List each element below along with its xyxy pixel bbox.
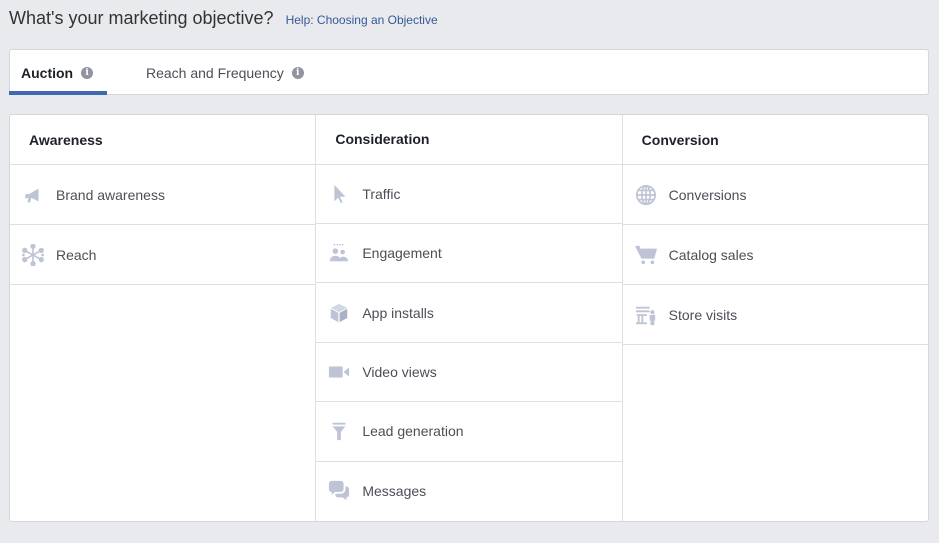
objective-label: Reach	[56, 246, 97, 263]
tab-reach-and-frequency[interactable]: Reach and Frequency i	[146, 50, 304, 95]
objective-label: Lead generation	[362, 423, 464, 440]
objective-type-tabs: Auction i Reach and Frequency i	[9, 49, 929, 95]
cursor-icon	[327, 182, 351, 206]
objective-messages[interactable]: Messages	[316, 462, 621, 521]
objective-label: Brand awareness	[56, 186, 165, 203]
objective-app-installs[interactable]: App installs	[316, 283, 622, 343]
objective-label: Engagement	[362, 245, 442, 262]
chat-bubbles-icon	[327, 479, 351, 503]
tab-auction[interactable]: Auction i	[21, 50, 94, 95]
objective-label: Video views	[362, 363, 437, 380]
globe-icon	[634, 183, 658, 207]
active-tab-indicator	[9, 91, 107, 95]
column-conversion: Conversion Conversions Catalog sales Sto…	[622, 115, 928, 521]
objective-traffic[interactable]: Traffic	[316, 165, 622, 224]
reach-network-icon	[21, 243, 45, 267]
page-title: What's your marketing objective?	[9, 8, 274, 28]
objective-brand-awareness[interactable]: Brand awareness	[10, 165, 316, 225]
objective-video-views[interactable]: Video views	[316, 343, 622, 403]
objective-reach[interactable]: Reach	[10, 225, 316, 285]
objective-label: Traffic	[362, 185, 401, 202]
people-icon	[327, 241, 351, 265]
column-consideration: Consideration Traffic Engagement App ins…	[316, 115, 623, 521]
objective-label: Catalog sales	[668, 246, 754, 263]
column-header: Conversion	[622, 115, 928, 165]
megaphone-icon	[21, 183, 45, 207]
page-header: What's your marketing objective? Help: C…	[9, 8, 438, 29]
tab-label: Reach and Frequency	[146, 64, 284, 81]
cart-icon	[634, 243, 658, 267]
objective-engagement[interactable]: Engagement	[316, 224, 622, 284]
column-header: Awareness	[10, 115, 316, 165]
column-header: Consideration	[316, 115, 622, 165]
tab-label: Auction	[21, 64, 74, 81]
funnel-icon	[327, 419, 351, 443]
info-icon[interactable]: i	[81, 66, 94, 79]
objective-label: Store visits	[668, 306, 738, 323]
objective-label: App installs	[362, 304, 434, 321]
objective-grid: Awareness Brand awareness Reach Consider…	[9, 114, 929, 522]
objective-conversions[interactable]: Conversions	[622, 165, 928, 225]
store-icon	[634, 303, 658, 327]
objective-label: Conversions	[668, 186, 747, 203]
objective-catalog-sales[interactable]: Catalog sales	[622, 225, 928, 285]
objective-label: Messages	[362, 483, 427, 500]
column-awareness: Awareness Brand awareness Reach	[10, 115, 317, 521]
video-camera-icon	[327, 360, 351, 384]
objective-store-visits[interactable]: Store visits	[622, 285, 928, 345]
info-icon[interactable]: i	[291, 66, 304, 79]
objective-lead-generation[interactable]: Lead generation	[316, 402, 622, 462]
help-link[interactable]: Help: Choosing an Objective	[286, 13, 438, 27]
box-icon	[327, 301, 351, 325]
